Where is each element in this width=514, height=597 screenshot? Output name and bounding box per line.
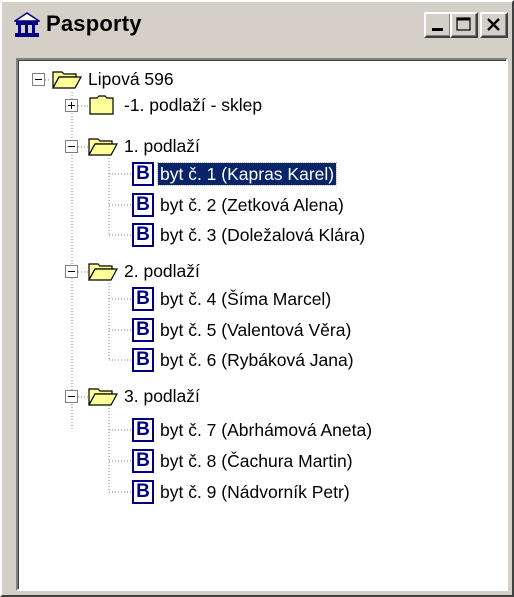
pasporty-window: Pasporty Lipová 596 -1. podlaží - sklep … [0,0,514,597]
floor-basement-expand-toggle[interactable] [65,99,78,112]
tree-view[interactable]: Lipová 596 -1. podlaží - sklep 1. podlaž… [16,58,508,591]
tree-item-unit-9[interactable]: byt č. 9 (Nádvorník Petr) [158,481,352,503]
minimize-icon [432,28,443,31]
minimize-button[interactable] [424,12,452,38]
tree-item-floor-basement[interactable]: -1. podlaží - sklep [122,94,264,116]
tree-item-unit-1[interactable]: byt č. 1 (Kapras Karel) [156,162,338,186]
tree-item-unit-6[interactable]: byt č. 6 (Rybáková Jana) [158,349,356,371]
maximize-icon [456,17,471,31]
unit-icon: B [132,418,154,442]
open-folder-icon [88,263,118,281]
folder-icon [89,95,114,115]
maximize-button[interactable] [450,12,478,38]
open-folder-icon [88,388,118,406]
tree-item-unit-2[interactable]: byt č. 2 (Zetková Alena) [158,194,346,216]
home-icon[interactable] [14,12,40,38]
floor-1-collapse-toggle[interactable] [65,140,78,153]
unit-icon: B [132,193,154,217]
close-button[interactable] [480,12,508,38]
unit-icon: B [132,162,154,186]
tree-item-unit-3[interactable]: byt č. 3 (Doležalová Klára) [158,224,367,246]
unit-icon: B [132,318,154,342]
unit-icon: B [132,348,154,372]
root-collapse-toggle[interactable] [32,73,45,86]
unit-icon: B [132,287,154,311]
tree-item-root[interactable]: Lipová 596 [86,68,176,90]
close-icon [487,18,500,31]
tree-item-unit-4[interactable]: byt č. 4 (Šíma Marcel) [158,288,333,310]
title-bar[interactable]: Pasporty [6,6,508,44]
floor-2-collapse-toggle[interactable] [65,265,78,278]
tree-item-unit-7[interactable]: byt č. 7 (Abrhámová Aneta) [158,419,374,441]
open-folder-icon [88,138,118,156]
open-folder-icon [52,71,82,89]
tree-item-floor-1[interactable]: 1. podlaží [122,135,202,157]
unit-icon: B [132,480,154,504]
floor-3-collapse-toggle[interactable] [65,390,78,403]
tree-item-unit-5[interactable]: byt č. 5 (Valentová Věra) [158,319,353,341]
unit-icon: B [132,449,154,473]
tree-item-unit-8[interactable]: byt č. 8 (Čachura Martin) [158,450,355,472]
unit-icon: B [132,223,154,247]
window-title: Pasporty [46,11,142,36]
tree-item-floor-2[interactable]: 2. podlaží [122,260,202,282]
tree-item-floor-3[interactable]: 3. podlaží [122,385,202,407]
